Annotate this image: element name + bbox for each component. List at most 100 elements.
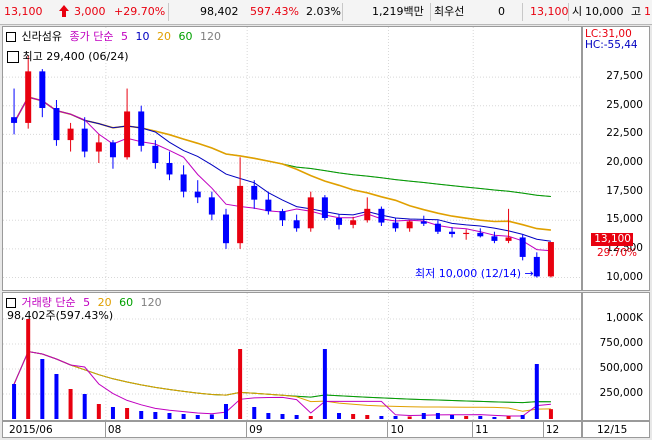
candle-body [336, 217, 343, 225]
candle-body [194, 191, 201, 198]
volume-current: 98,402주(597.43%) [7, 309, 114, 322]
marker-icon [7, 51, 19, 63]
stock-name[interactable]: 신라섬유 [22, 30, 62, 43]
candle-body [406, 221, 413, 229]
volume-bar [464, 416, 469, 419]
volume-bar [337, 413, 342, 419]
date-label: 12 [545, 424, 560, 436]
candle-body [180, 174, 187, 192]
candle [350, 216, 357, 229]
volume-bar [393, 416, 398, 419]
candle [95, 134, 102, 163]
ma10-label: 10 [135, 30, 150, 43]
candle [39, 69, 46, 118]
date-label: 2015/06 [9, 424, 53, 436]
candle [53, 100, 60, 146]
candle [11, 88, 18, 135]
last-date: 12/15 [597, 424, 628, 436]
candle-body [95, 142, 102, 152]
candle-body [321, 197, 328, 218]
candle [406, 220, 413, 232]
candle [180, 165, 187, 198]
current-price: 13,100 [4, 5, 43, 18]
volume-bar [12, 384, 17, 419]
ma5-label: 5 [120, 30, 128, 43]
date-divider [104, 422, 106, 437]
volume-bar [450, 415, 455, 419]
price-tick-label: 17,500 [606, 184, 643, 197]
candle-body [491, 236, 498, 241]
date-label: 11 [475, 424, 489, 436]
candle-body [11, 117, 18, 123]
date-divider [387, 422, 389, 437]
volume-bar [181, 414, 186, 419]
price-chart-svg[interactable] [3, 27, 581, 290]
candle [321, 195, 328, 221]
date-axis: 2015/06 08 09 10 11 12 [2, 421, 582, 438]
volume-bar [548, 409, 553, 419]
divider [342, 3, 343, 21]
volume-bar [506, 416, 511, 419]
checkbox-icon[interactable] [6, 32, 16, 42]
volume-bar [195, 415, 200, 419]
volume-bar [54, 374, 59, 419]
high-value: 1 [644, 5, 651, 18]
price-repeat: 13,100 [530, 5, 569, 18]
candle-body [463, 232, 470, 235]
candle-body [477, 232, 484, 237]
volume-bar [266, 413, 271, 419]
volume-bar [322, 349, 327, 419]
candle [547, 242, 554, 278]
candle [138, 105, 145, 152]
candle [293, 214, 300, 232]
date-label: 10 [390, 424, 404, 436]
candle [222, 208, 229, 249]
divider [168, 3, 169, 21]
candle-body [237, 185, 244, 244]
volume-bar [167, 413, 172, 419]
volume-ratio: 597.43% [250, 5, 299, 18]
volume-bar [40, 359, 45, 419]
ma60-line [13, 96, 551, 197]
price-tick-label: 22,500 [606, 127, 643, 140]
volume-bar [280, 414, 285, 419]
candle-body [109, 142, 116, 158]
volume-bar [308, 416, 313, 419]
candle [194, 180, 201, 204]
candle-body [279, 211, 286, 221]
volume-bar [478, 416, 483, 419]
candle [237, 157, 244, 249]
divider [522, 3, 523, 21]
volume-bar [351, 414, 356, 419]
candle-body [67, 128, 74, 141]
volume-bar [68, 389, 73, 419]
volume-chart-panel[interactable]: 거래량 단순 5 20 60 120 98,402주(597.43%) [2, 292, 582, 421]
open-label: 시 [572, 5, 583, 18]
volume-bar [26, 319, 31, 419]
volume-bar [96, 404, 101, 419]
quote-bar: 13,100 3,000 +29.70% 98,402 597.43% 2.03… [0, 0, 652, 25]
candle [307, 191, 314, 232]
candle [477, 228, 484, 238]
volume-axis: 1,000K 750,000 500,000 250,000 [582, 292, 650, 421]
candle [81, 117, 88, 158]
volume-bar [209, 414, 214, 419]
ma20-label: 20 [156, 30, 171, 43]
candle [109, 140, 116, 169]
price-legend: 신라섬유 종가 단순 5 10 20 60 120 [6, 28, 225, 44]
volume-bar [238, 349, 243, 419]
high-note: 최고 29,400 (06/24) [7, 48, 129, 64]
candle [67, 122, 74, 152]
volume-bar [492, 417, 497, 419]
candle [505, 208, 512, 244]
candle [491, 231, 498, 244]
price-chart-panel[interactable]: 신라섬유 종가 단순 5 10 20 60 120 최고 29,400 (06/… [2, 26, 582, 291]
candle-body [519, 237, 526, 257]
volume-tick-label: 750,000 [599, 337, 643, 349]
volume-bar [139, 411, 144, 419]
vma120-label: 120 [140, 296, 162, 309]
candle-body [434, 223, 441, 232]
candle-body [293, 220, 300, 229]
stock-chart-window: 13,100 3,000 +29.70% 98,402 597.43% 2.03… [0, 0, 652, 440]
volume-bar [379, 416, 384, 419]
